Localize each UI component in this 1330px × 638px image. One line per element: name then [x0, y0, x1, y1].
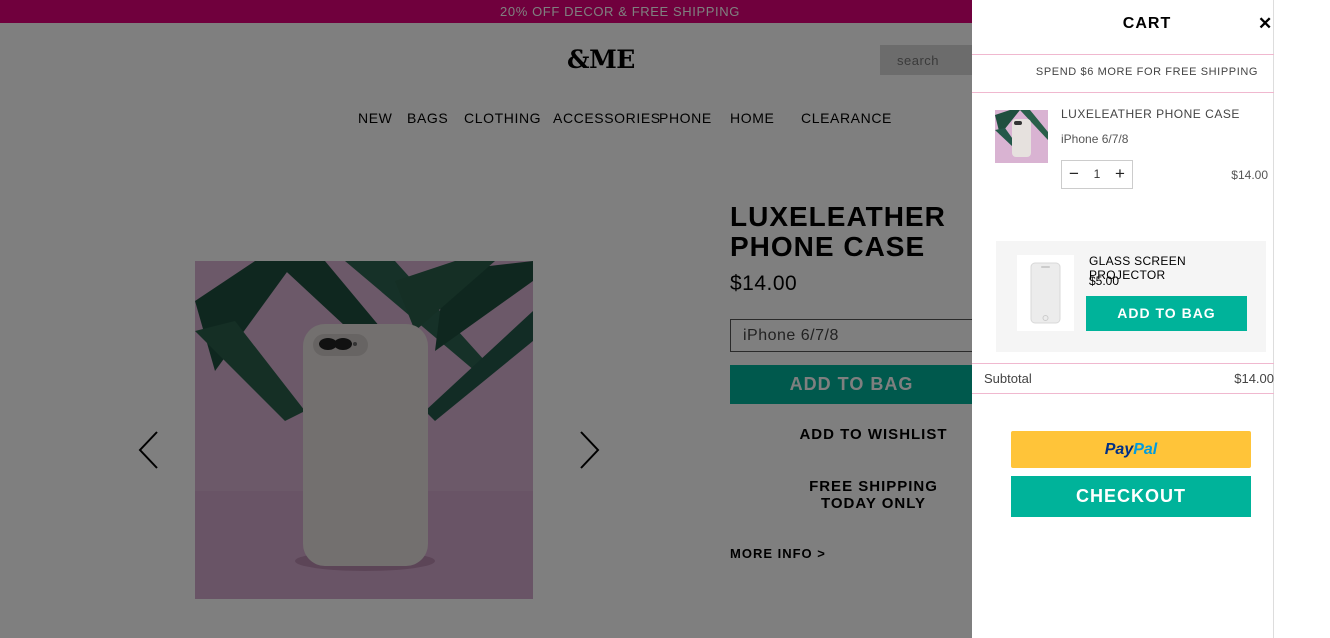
- cart-panel: CART ✕ SPEND $6 MORE FOR FREE SHIPPING L…: [972, 0, 1274, 638]
- page-overlay[interactable]: [0, 0, 972, 638]
- quantity-stepper: − 1 +: [1061, 160, 1133, 189]
- plus-icon[interactable]: +: [1108, 161, 1132, 188]
- divider: [972, 92, 1274, 93]
- upsell-thumbnail: [1017, 255, 1074, 331]
- minus-icon[interactable]: −: [1062, 161, 1086, 188]
- subtotal-value: $14.00: [1234, 371, 1274, 386]
- checkout-button[interactable]: CHECKOUT: [1011, 476, 1251, 517]
- paypal-button[interactable]: PayPal: [1011, 431, 1251, 468]
- upsell-card: GLASS SCREEN PROJECTOR $5.00 ADD TO BAG: [996, 241, 1266, 352]
- close-icon[interactable]: ✕: [1258, 14, 1272, 34]
- upsell-price: $5.00: [1089, 274, 1120, 288]
- divider: [972, 54, 1274, 55]
- upsell-add-to-bag-button[interactable]: ADD TO BAG: [1086, 296, 1247, 331]
- cart-item-name[interactable]: LUXELEATHER PHONE CASE: [1061, 107, 1240, 121]
- cart-item-variant: iPhone 6/7/8: [1061, 132, 1129, 146]
- cart-item-thumbnail[interactable]: [995, 110, 1048, 163]
- cart-drawer: CART ✕ SPEND $6 MORE FOR FREE SHIPPING L…: [972, 0, 1330, 638]
- divider: [972, 393, 1274, 394]
- free-shipping-message: SPEND $6 MORE FOR FREE SHIPPING: [1035, 66, 1259, 78]
- paypal-label-pay: Pay: [1104, 441, 1134, 458]
- cart-item-price: $14.00: [1231, 168, 1268, 182]
- divider: [972, 363, 1274, 364]
- paypal-label-pal: Pal: [1133, 441, 1158, 458]
- quantity-value[interactable]: 1: [1086, 161, 1108, 188]
- subtotal-label: Subtotal: [984, 371, 1032, 386]
